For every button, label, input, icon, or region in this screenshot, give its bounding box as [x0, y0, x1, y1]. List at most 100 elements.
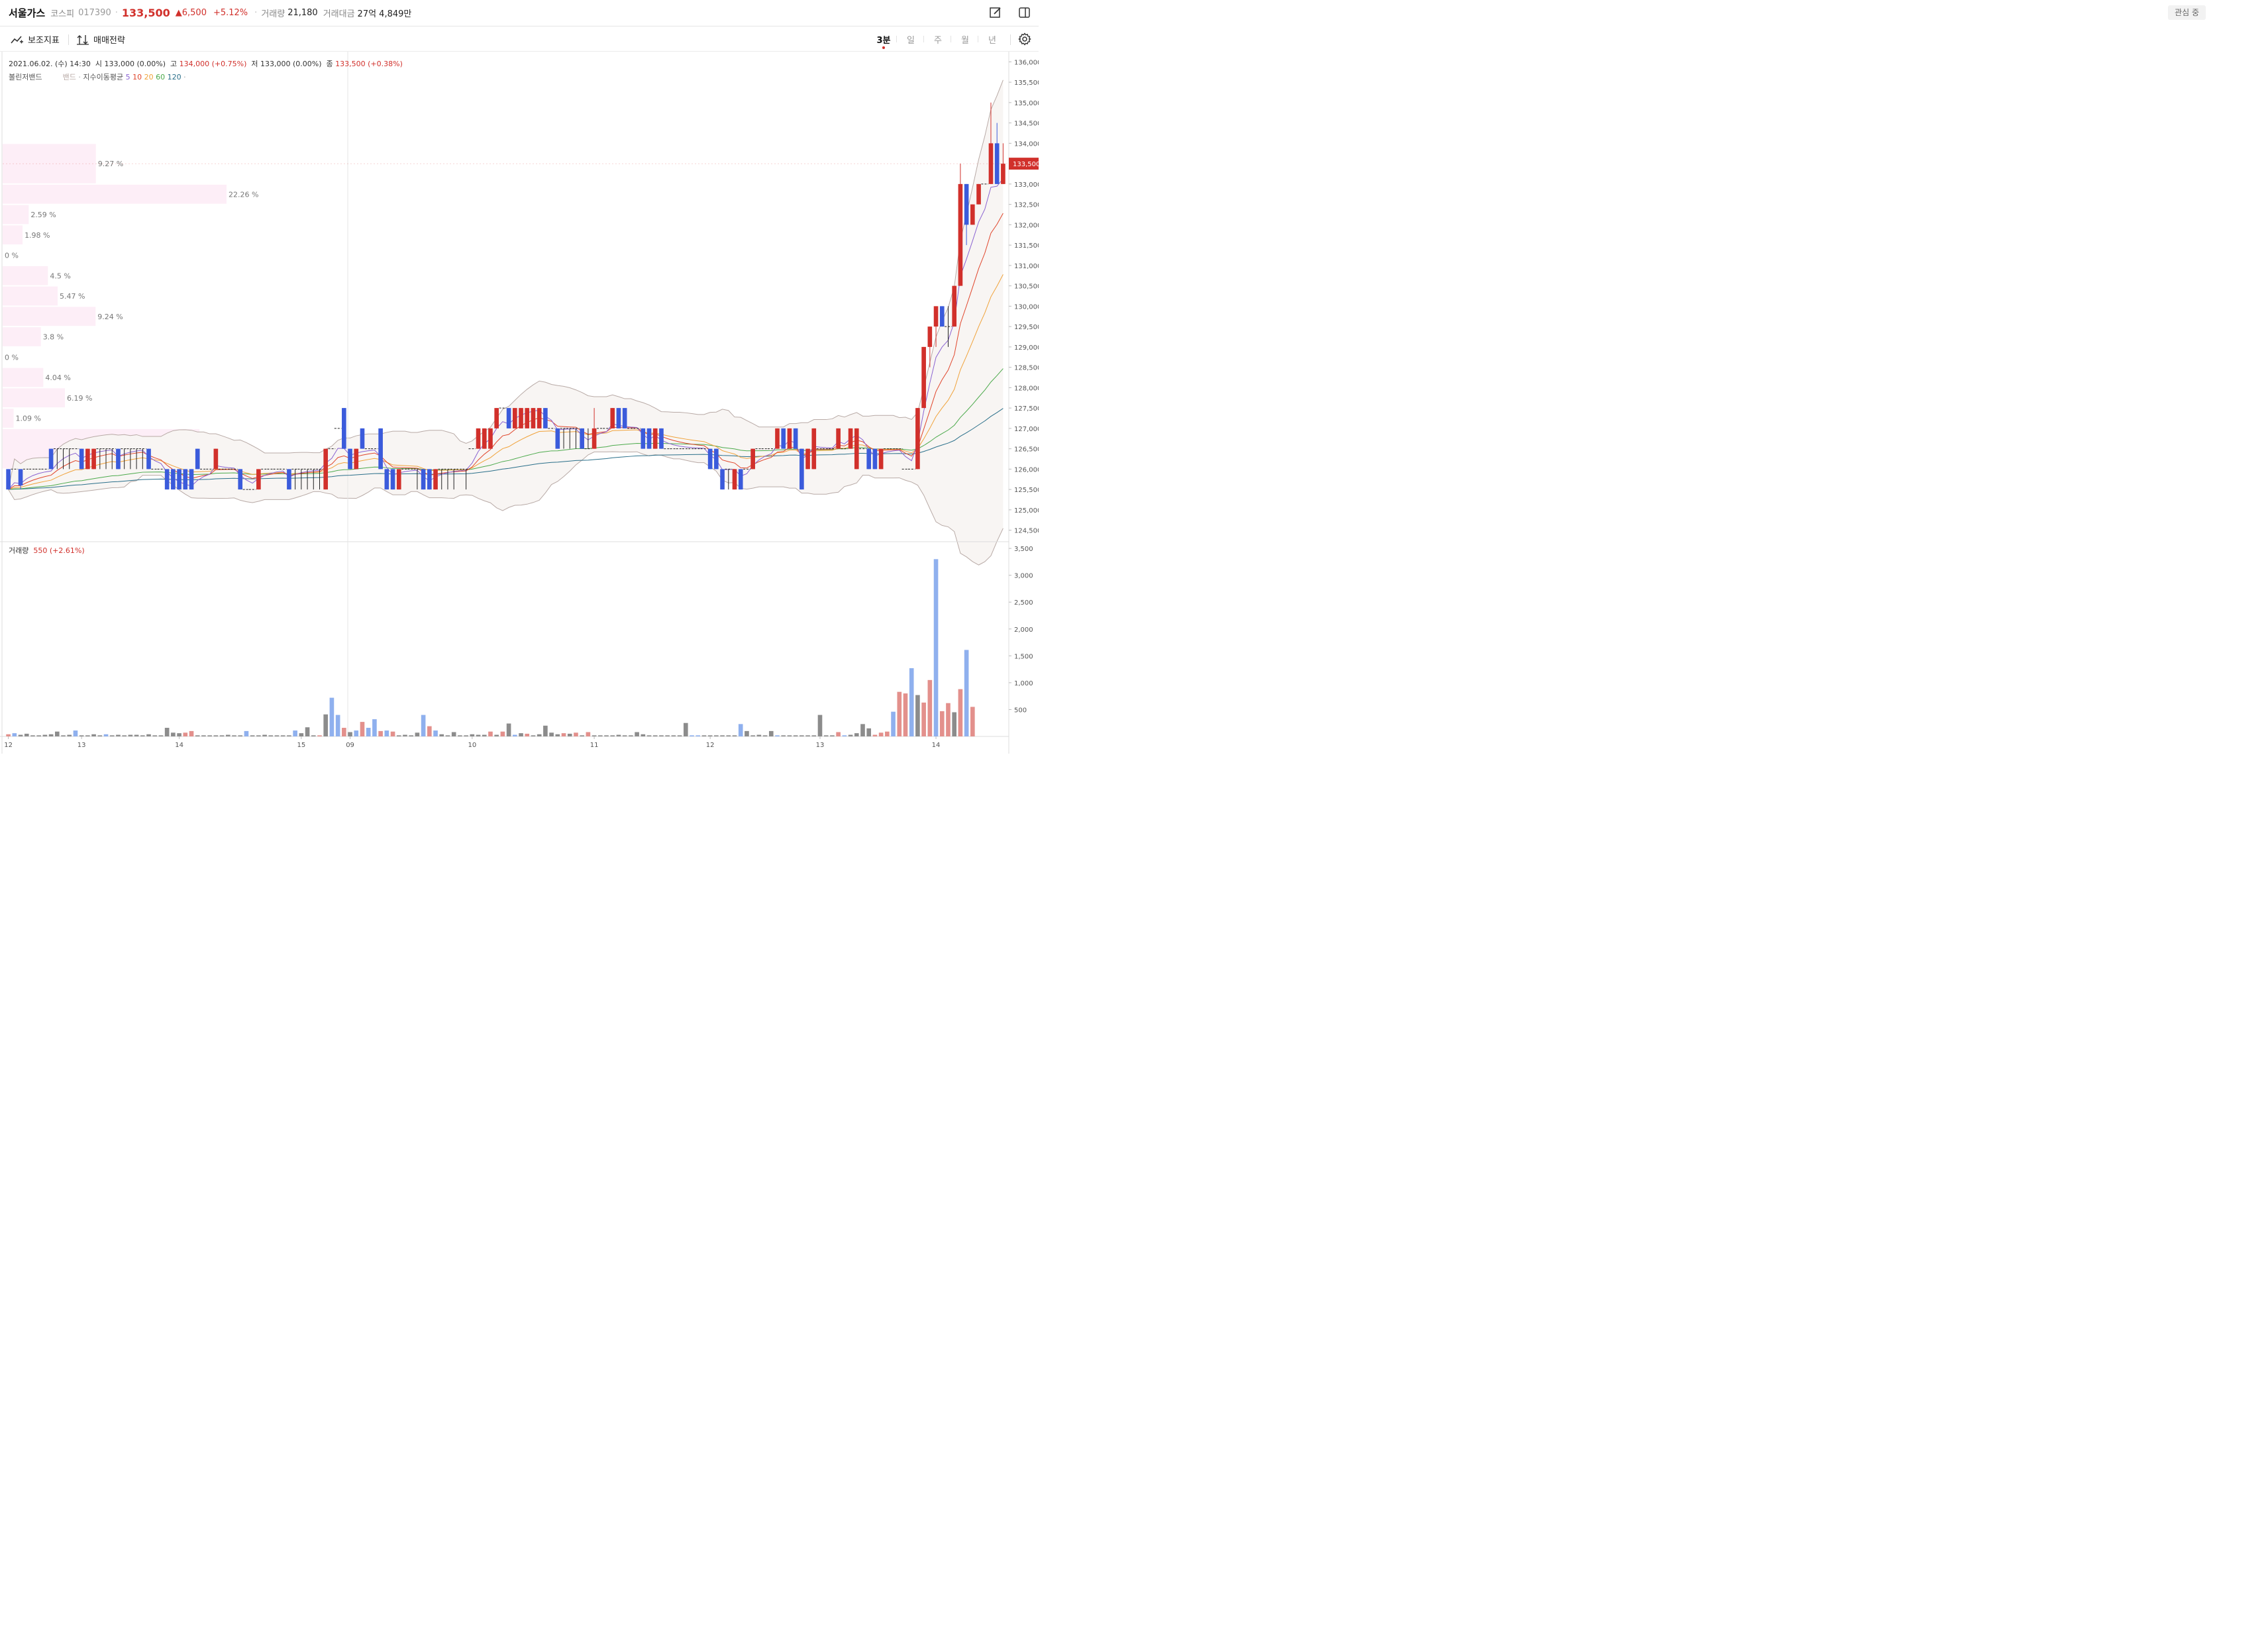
volume-profile-label: 9.27 %: [98, 160, 123, 168]
edit-icon[interactable]: [989, 6, 1002, 19]
price-change: ▲6,500: [175, 8, 207, 18]
volume-bar: [439, 734, 444, 736]
volume-bar: [451, 732, 456, 736]
volume-pane-value: 550 (+2.61%): [33, 546, 85, 555]
candle-body: [793, 428, 798, 449]
candle-body: [872, 448, 878, 470]
volume-bar: [384, 730, 389, 736]
candle-body: [641, 428, 646, 449]
volume-bar: [616, 734, 621, 736]
candle-body: [775, 428, 780, 449]
price-tick-label: 125,500: [1014, 487, 1039, 494]
volume-bar: [915, 695, 920, 736]
candle-body: [537, 408, 542, 428]
price-tick-label: 130,500: [1014, 283, 1039, 291]
candle-body: [836, 428, 841, 449]
price-tick-label: 131,000: [1014, 263, 1039, 270]
candle-body: [610, 408, 615, 428]
candle-body: [927, 326, 933, 347]
volume-bar: [927, 679, 933, 736]
candle-body: [781, 428, 786, 449]
candle-body: [183, 469, 188, 490]
low-value: 133,000 (0.00%): [260, 60, 322, 68]
volume-profile-label: 0 %: [5, 252, 19, 260]
volume-bar: [646, 735, 652, 736]
period-year[interactable]: 년: [984, 33, 1000, 46]
volume-bar: [952, 712, 957, 736]
time-tick-label: 12: [4, 742, 13, 749]
volume-bar: [140, 735, 145, 736]
volume-tick-label: 3,000: [1014, 573, 1033, 580]
volume-profile-bar: [3, 368, 44, 387]
volume-bar: [519, 733, 523, 736]
time-axis: 12 13 14 15 09 10 11 12 13 14: [4, 736, 940, 749]
volume-bar: [305, 727, 310, 736]
volume-bar: [933, 559, 939, 736]
period-week[interactable]: 주: [930, 33, 946, 46]
volume-bar: [18, 734, 23, 736]
volume-profile-label: 5.47 %: [60, 292, 85, 301]
time-tick-label: 10: [468, 742, 476, 749]
volume-bar: [537, 734, 542, 736]
candle-body: [342, 408, 346, 449]
period-3min[interactable]: 3분: [876, 33, 892, 46]
volume-bar: [830, 735, 835, 736]
candle-body: [805, 448, 810, 470]
volume-bar: [714, 735, 719, 736]
volume-bar: [287, 735, 291, 736]
volume-bar: [787, 735, 792, 736]
candle-body: [177, 469, 181, 490]
time-tick-label: 13: [816, 742, 825, 749]
volume-bar: [122, 735, 127, 736]
volume-bar: [482, 734, 487, 736]
volume-bar: [403, 734, 407, 736]
volume-bar: [262, 734, 267, 736]
ema-label[interactable]: 지수이동평균: [83, 73, 123, 81]
bollinger-label[interactable]: 볼린저밴드: [9, 73, 42, 81]
volume-tick-label: 1,500: [1014, 653, 1033, 660]
volume-profile-label: 22.26 %: [229, 190, 258, 199]
volume-bar: [903, 693, 908, 736]
candle-body: [915, 408, 920, 470]
volume-bar: [775, 735, 780, 736]
candle-body: [79, 448, 84, 470]
open-label: 시: [95, 60, 102, 68]
indicator-icon: [11, 35, 23, 44]
volume-bar: [878, 732, 884, 736]
volume-bar: [85, 735, 90, 736]
gear-icon[interactable]: [1018, 32, 1031, 46]
volume-bar: [946, 703, 951, 736]
period-month[interactable]: 월: [957, 33, 973, 46]
price-chart[interactable]: 9.27 % 22.26 % 2.59 % 1.98 % 0 % 4.5 % 5.47 % 9…: [0, 52, 1039, 754]
period-day[interactable]: 일: [903, 33, 919, 46]
volume-bar: [958, 689, 963, 736]
volume-bar: [750, 735, 755, 736]
bollinger-band: [8, 79, 1004, 566]
candle-body: [1001, 164, 1005, 184]
time-tick-label: 13: [77, 742, 86, 749]
favorite-button[interactable]: 관심 중: [2168, 5, 2206, 20]
volume-bar: [329, 697, 335, 736]
volume-bar: [720, 735, 725, 736]
chart-toolbar: 보조지표 매매전략 3분 일 주 월 년: [0, 26, 1039, 52]
volume-bar: [79, 735, 84, 736]
volume-bar: [366, 728, 371, 736]
current-price: 133,500: [121, 7, 170, 19]
candle-body: [6, 469, 11, 490]
volume-bar: [335, 715, 340, 736]
volume-bar: [134, 734, 139, 736]
volume-bar: [293, 730, 297, 736]
panel-icon[interactable]: [1018, 6, 1031, 19]
toolbar-divider: [1010, 34, 1011, 45]
strategy-button[interactable]: 매매전략: [76, 33, 125, 46]
volume-bar: [696, 735, 701, 736]
volume-profile-bar: [3, 388, 65, 408]
volume-bar: [622, 735, 627, 736]
close-value: 133,500 (+0.38%): [335, 60, 403, 68]
volume-bar: [433, 730, 438, 736]
volume-bar: [268, 735, 274, 736]
volume-bar: [378, 730, 383, 736]
candle-body: [854, 428, 859, 470]
indicator-button[interactable]: 보조지표: [11, 33, 60, 46]
price-tick-label: 131,500: [1014, 242, 1039, 250]
